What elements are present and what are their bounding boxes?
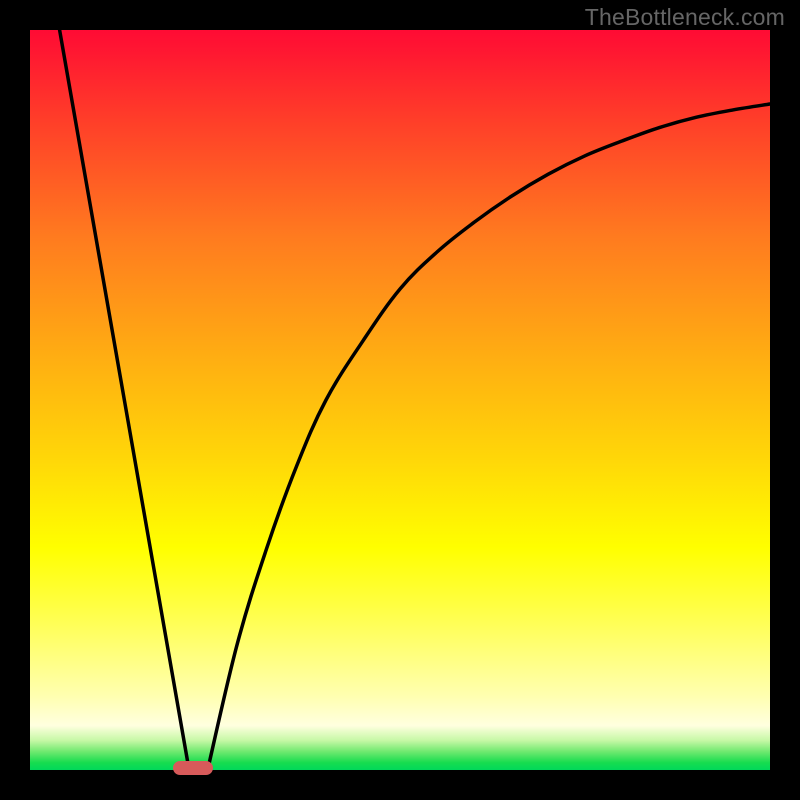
series-right-curve — [208, 104, 770, 770]
chart-frame: TheBottleneck.com — [0, 0, 800, 800]
chart-lines — [30, 30, 770, 770]
series-left-line — [60, 30, 190, 770]
plot-area — [30, 30, 770, 770]
bottleneck-marker — [173, 761, 213, 775]
watermark-text: TheBottleneck.com — [585, 4, 785, 31]
